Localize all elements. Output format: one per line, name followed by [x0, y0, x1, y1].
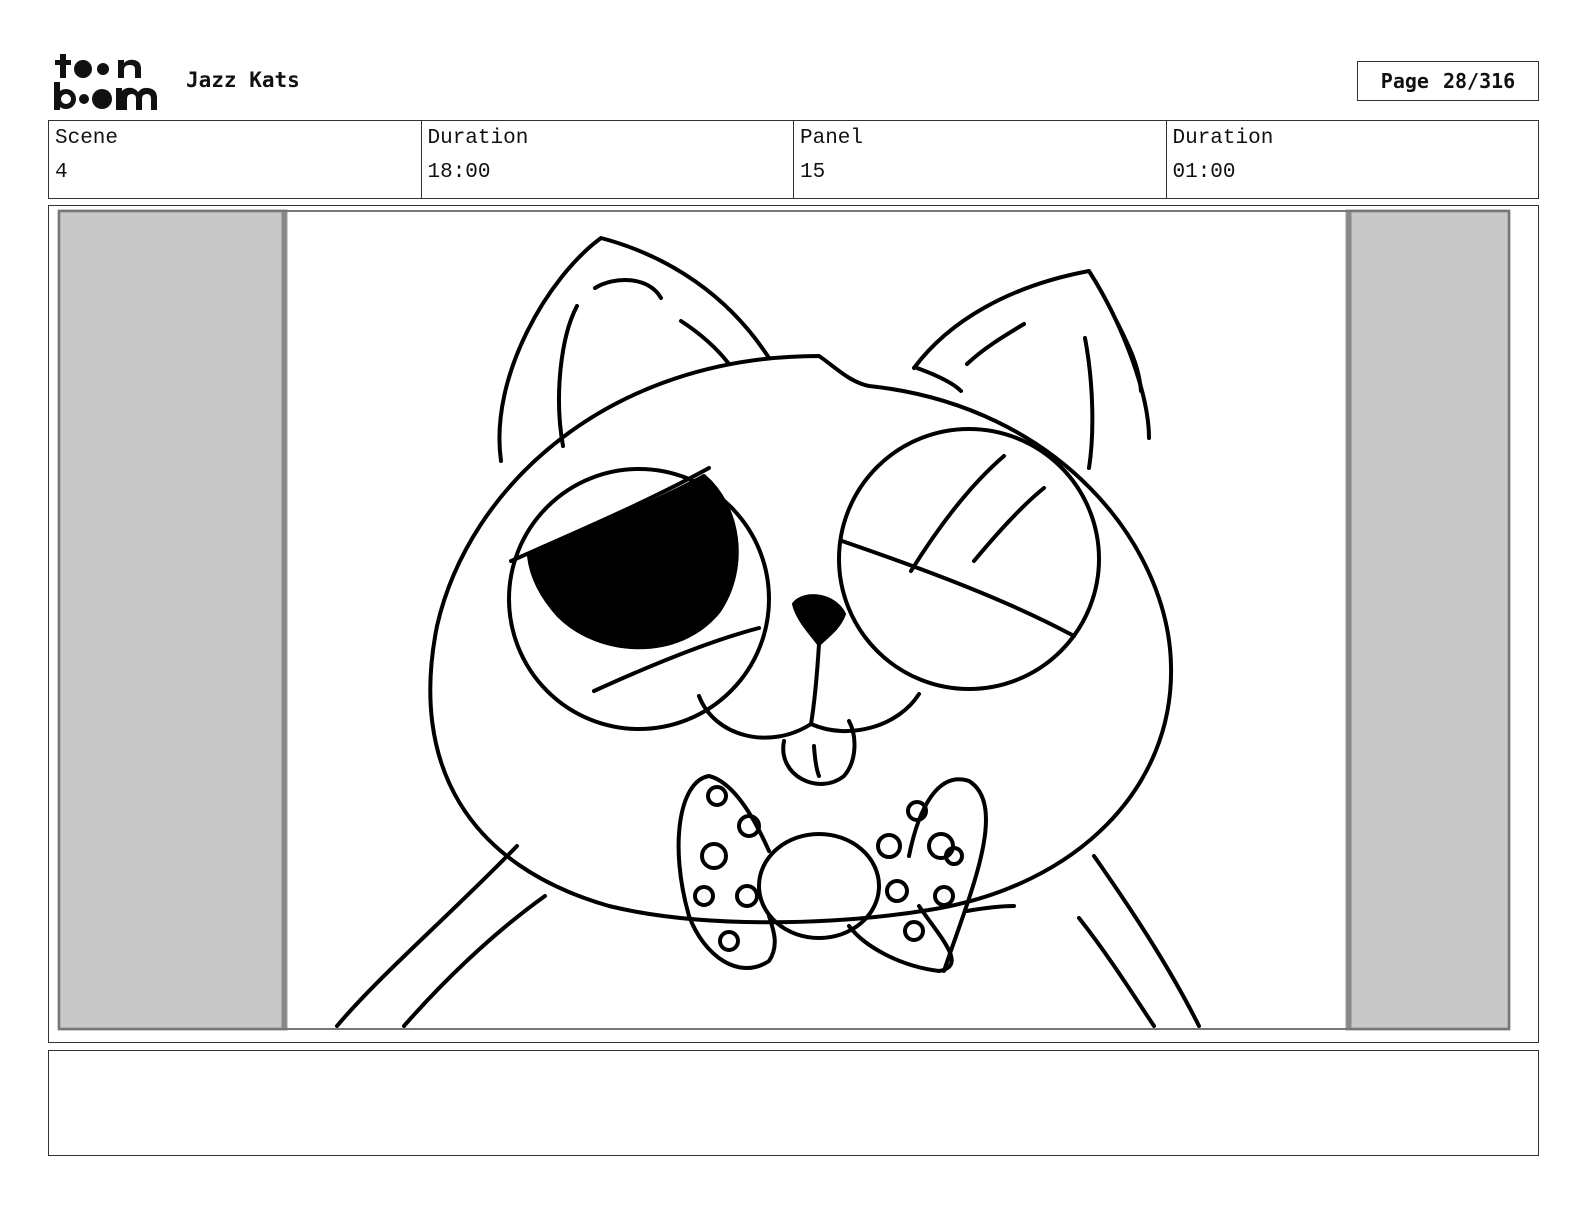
scene-duration-label: Duration	[427, 127, 529, 150]
toon-boom-logo-icon	[54, 54, 157, 110]
panel-cell: Panel 15	[794, 121, 1167, 198]
panel-value: 15	[800, 161, 826, 184]
panel-info-table: Scene 4 Duration 18:00 Panel 15 Duration…	[48, 120, 1539, 199]
page-label: Page	[1380, 69, 1429, 93]
scene-cell: Scene 4	[49, 121, 422, 198]
storyboard-panel	[48, 205, 1539, 1043]
panel-label: Panel	[800, 127, 864, 150]
scene-duration-value: 18:00	[427, 161, 491, 184]
panel-duration-value: 01:00	[1172, 161, 1236, 184]
left-letterbox	[57, 209, 288, 1031]
cat-sketch-drawing	[57, 209, 1511, 1031]
page-indicator: Page 28/316	[1357, 61, 1539, 101]
panel-duration-cell: Duration 01:00	[1167, 121, 1539, 198]
scene-duration-cell: Duration 18:00	[422, 121, 794, 198]
scene-label: Scene	[55, 127, 119, 150]
scene-value: 4	[55, 161, 68, 184]
panel-notes-box[interactable]	[48, 1050, 1539, 1156]
project-title: Jazz Kats	[186, 68, 300, 92]
panel-duration-label: Duration	[1172, 127, 1274, 150]
right-letterbox	[1345, 209, 1511, 1031]
page-number: 28/316	[1442, 69, 1516, 93]
